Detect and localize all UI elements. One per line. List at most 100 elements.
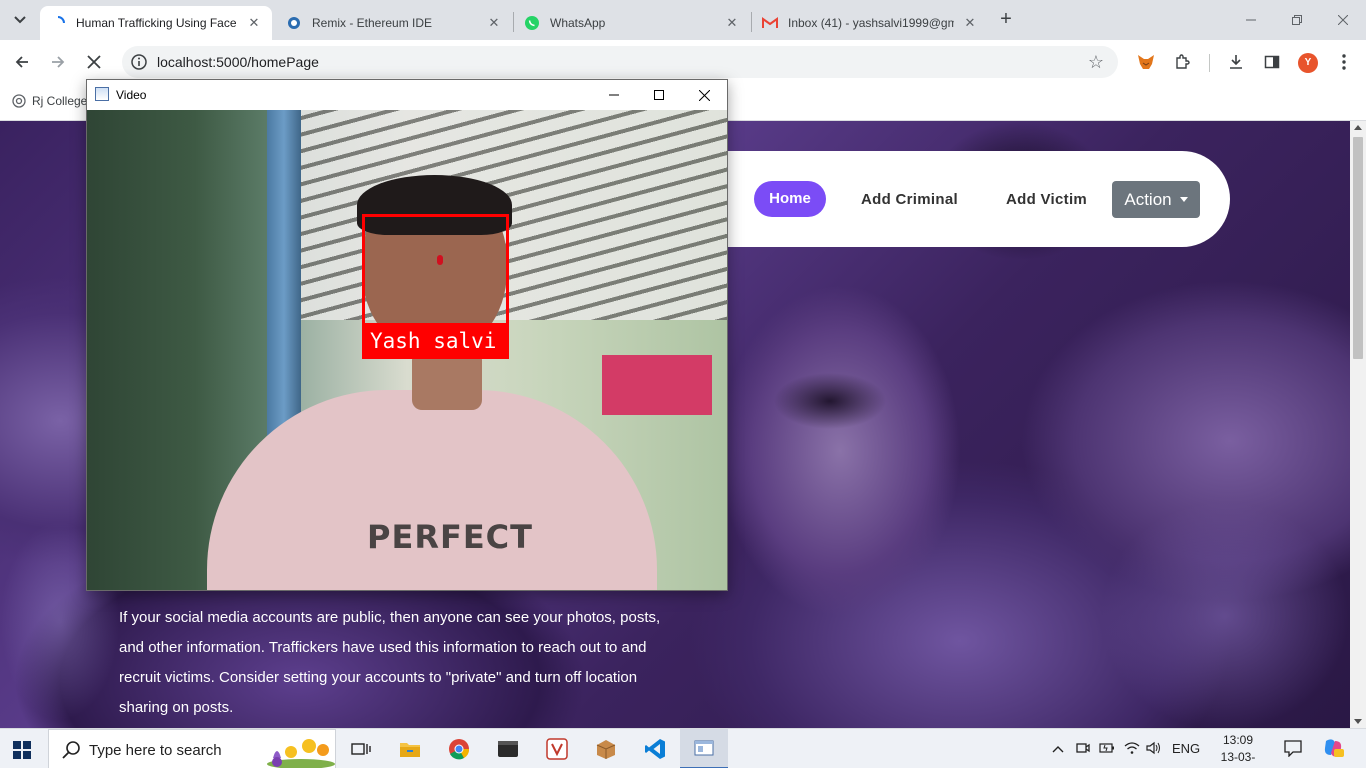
video-close-button[interactable] — [681, 80, 727, 110]
whatsapp-icon — [524, 15, 540, 31]
side-panel-icon — [1264, 55, 1280, 69]
close-icon — [1338, 15, 1348, 25]
gmail-icon — [762, 15, 778, 31]
tab-title: Human Trafficking Using Face R — [76, 16, 238, 30]
nav-add-victim[interactable]: Add Victim — [1006, 191, 1087, 208]
caret-down-icon — [1179, 197, 1188, 202]
action-label: Action — [1124, 189, 1172, 209]
tab-whatsapp[interactable]: WhatsApp ✕ — [514, 6, 750, 40]
tab-title: WhatsApp — [550, 16, 606, 30]
system-clock[interactable]: 13:09 13-03-2024 — [1208, 732, 1268, 768]
video-maximize-button[interactable] — [636, 80, 682, 110]
search-icon — [62, 741, 80, 759]
close-window-button[interactable] — [1320, 0, 1366, 40]
metamask-extension-button[interactable] — [1132, 48, 1160, 76]
stop-loading-button[interactable] — [80, 48, 108, 76]
taskbar-chrome[interactable] — [435, 729, 483, 768]
downloads-button[interactable] — [1222, 48, 1250, 76]
close-icon[interactable]: ✕ — [246, 15, 262, 31]
bookmark-label: Rj College — [32, 94, 88, 108]
restore-button[interactable] — [1274, 0, 1320, 40]
webcam-frame: PERFECT Yash salvi — [87, 110, 727, 590]
loading-spinner-icon — [50, 15, 66, 31]
video-window[interactable]: Video PERFECT Yash salvi — [86, 79, 728, 591]
minimize-icon — [1246, 19, 1256, 21]
nav-home-button[interactable]: Home — [754, 181, 826, 217]
nav-add-criminal[interactable]: Add Criminal — [861, 191, 958, 208]
page-scrollbar[interactable] — [1350, 121, 1366, 728]
new-tab-button[interactable]: + — [996, 9, 1016, 30]
taskbar-git-app[interactable] — [533, 729, 581, 768]
task-view-button[interactable] — [337, 729, 385, 768]
tab-strip: Human Trafficking Using Face R ✕ Remix -… — [0, 0, 1366, 40]
volume-status-icon[interactable] — [1146, 741, 1162, 758]
info-icon[interactable] — [130, 53, 148, 71]
face-recognition-label: Yash salvi — [362, 323, 509, 359]
language-indicator[interactable]: ENG — [1172, 741, 1200, 756]
address-bar[interactable]: localhost:5000/homePage ☆ — [122, 46, 1118, 78]
package-box-icon — [596, 740, 616, 759]
info-paragraph: If your social media accounts are public… — [119, 609, 661, 716]
globe-icon — [12, 94, 26, 108]
profile-avatar[interactable]: Y — [1298, 53, 1318, 73]
windows-taskbar: Type here to search ENG 13:09 13-03- — [0, 728, 1366, 768]
bookmark-star-icon[interactable]: ☆ — [1088, 52, 1104, 73]
taskbar-vscode[interactable] — [631, 729, 679, 768]
taskbar-file-explorer[interactable] — [386, 729, 434, 768]
url-text[interactable]: localhost:5000/homePage — [157, 54, 319, 70]
show-hidden-icons-button[interactable] — [1052, 741, 1064, 756]
extensions-button[interactable] — [1168, 48, 1196, 76]
back-button[interactable] — [8, 48, 36, 76]
task-view-icon — [351, 743, 371, 755]
arrow-right-icon — [52, 56, 65, 68]
tab-human-trafficking[interactable]: Human Trafficking Using Face R ✕ — [40, 6, 272, 40]
tab-remix[interactable]: Remix - Ethereum IDE ✕ — [276, 6, 512, 40]
side-panel-button[interactable] — [1258, 48, 1286, 76]
wifi-status-icon[interactable] — [1124, 741, 1140, 758]
notifications-button[interactable] — [1284, 739, 1302, 760]
close-icon[interactable]: ✕ — [962, 15, 978, 31]
scroll-up-icon[interactable] — [1354, 125, 1362, 130]
vscode-icon — [645, 739, 665, 759]
scrollbar-thumb[interactable] — [1353, 137, 1363, 359]
close-icon — [87, 55, 101, 69]
camera-icon — [1076, 743, 1090, 753]
action-dropdown-button[interactable]: Action — [1112, 181, 1200, 218]
bookmark-rj-college[interactable]: Rj College — [12, 94, 87, 108]
chrome-icon — [449, 739, 470, 760]
webcam-background — [602, 355, 712, 415]
power-status-icon[interactable] — [1099, 741, 1115, 758]
background-image-shade — [1100, 501, 1350, 728]
copilot-button[interactable] — [1322, 737, 1344, 762]
taskbar-box-app[interactable] — [582, 729, 630, 768]
shirt-print: PERFECT — [367, 518, 533, 556]
close-icon[interactable]: ✕ — [724, 15, 740, 31]
chevron-up-icon — [1052, 746, 1064, 753]
folder-icon — [400, 743, 420, 757]
video-window-title: Video — [116, 88, 147, 102]
tab-search-button[interactable] — [8, 8, 32, 32]
taskbar-terminal[interactable] — [484, 729, 532, 768]
scroll-down-icon[interactable] — [1354, 719, 1362, 724]
kebab-menu-icon — [1342, 54, 1346, 70]
windows-start-icon[interactable] — [13, 741, 31, 759]
puzzle-icon — [1176, 54, 1190, 69]
face-detection-box — [362, 214, 509, 326]
tab-gmail[interactable]: Inbox (41) - yashsalvi1999@gm ✕ — [752, 6, 988, 40]
taskbar-search[interactable]: Type here to search — [48, 729, 336, 768]
close-icon[interactable]: ✕ — [486, 15, 502, 31]
chevron-down-icon — [14, 16, 26, 24]
taskbar-video-window[interactable] — [680, 729, 728, 768]
battery-plug-icon — [1099, 743, 1114, 753]
video-minimize-button[interactable] — [591, 80, 637, 110]
maximize-icon — [654, 90, 664, 100]
video-window-titlebar[interactable]: Video — [87, 80, 727, 110]
copilot-icon — [1324, 739, 1344, 757]
browser-menu-button[interactable] — [1330, 48, 1358, 76]
search-placeholder[interactable]: Type here to search — [89, 742, 222, 759]
minimize-button[interactable] — [1228, 0, 1274, 40]
metamask-fox-icon — [1138, 55, 1154, 69]
forward-button[interactable] — [44, 48, 72, 76]
speaker-icon — [1146, 741, 1160, 755]
webcam-status-icon[interactable] — [1076, 741, 1090, 758]
